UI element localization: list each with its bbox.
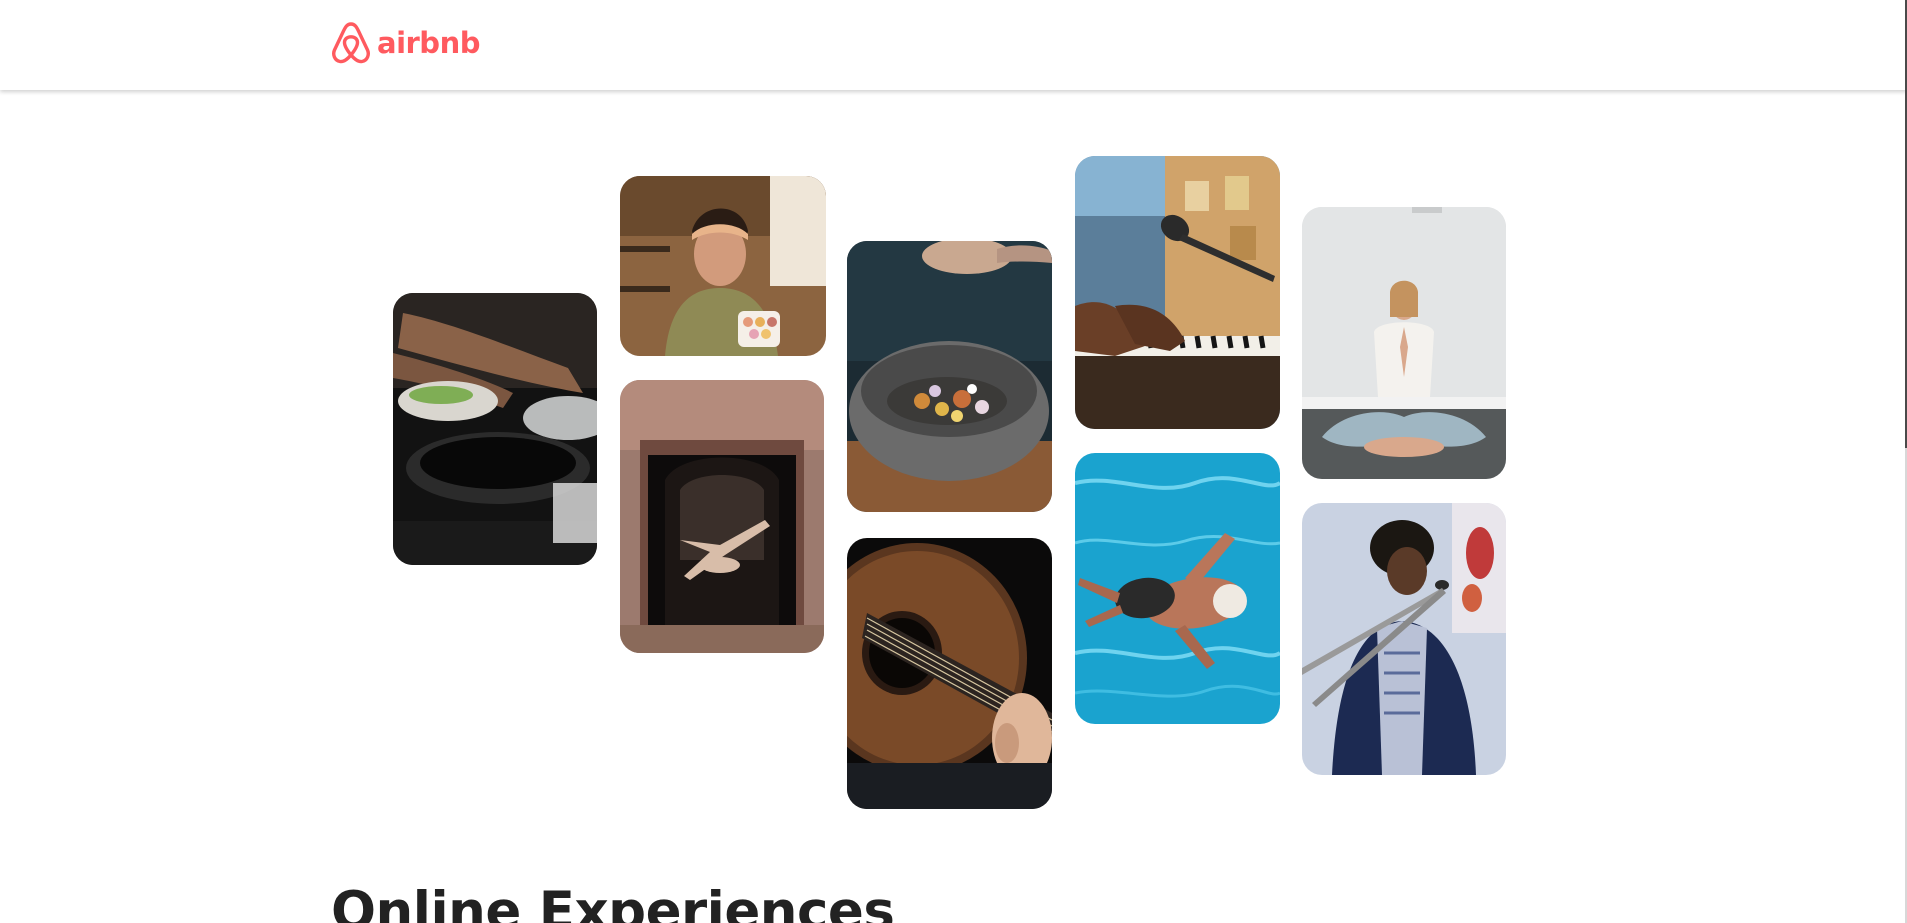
meditation-yoga-photo	[1302, 207, 1506, 479]
page: airbnb Online Experiences	[0, 0, 1907, 923]
singer-with-microphone-photo	[1302, 503, 1506, 775]
dancer-in-archway-photo	[620, 380, 824, 653]
acoustic-guitar-photo	[847, 538, 1052, 809]
top-navbar: airbnb	[0, 0, 1907, 90]
airbnb-belo-icon	[331, 20, 371, 66]
swimmer-in-pool-photo	[1075, 453, 1280, 724]
airbnb-logo-link[interactable]: airbnb	[331, 20, 480, 66]
cooking-pans-photo	[393, 293, 597, 565]
page-title: Online Experiences	[331, 881, 895, 923]
logo-wordmark: airbnb	[377, 25, 480, 60]
woman-with-macarons-photo	[620, 176, 826, 356]
piano-and-microphone-photo	[1075, 156, 1280, 429]
seasoning-stone-bowl-photo	[847, 241, 1052, 512]
